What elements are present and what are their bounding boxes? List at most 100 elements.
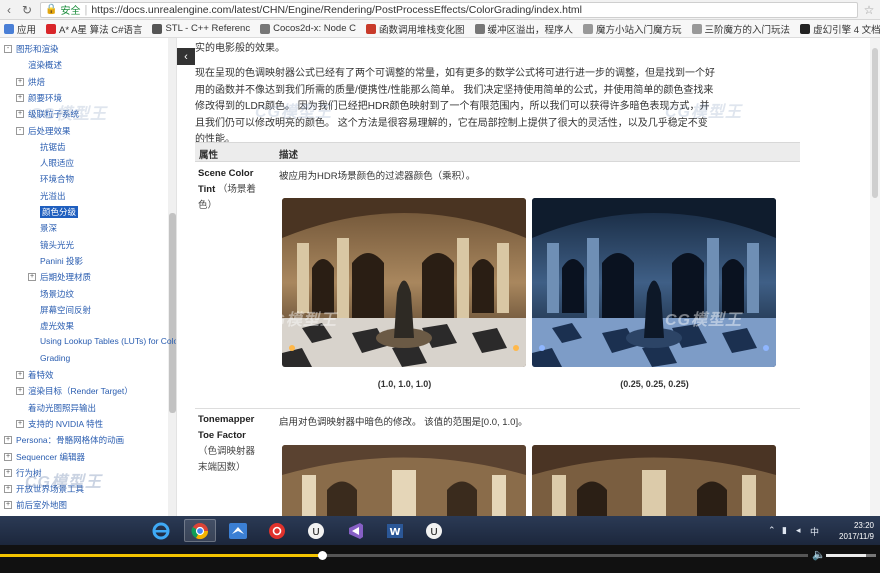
sidebar-item-label: 颜要环境 xyxy=(28,92,63,103)
sidebar-item[interactable]: 镜头光光 xyxy=(28,239,74,251)
bookmark-label: 缓冲区溢出，程序人 xyxy=(487,24,574,36)
sidebar-item[interactable]: + 烘焙 xyxy=(16,76,45,88)
sidebar-item[interactable]: - 后处理效果 xyxy=(16,125,71,137)
sidebar-item[interactable]: + 后期处理材质 xyxy=(28,271,91,283)
page-scroll-thumb[interactable] xyxy=(872,48,878,198)
svg-text:W: W xyxy=(389,527,400,538)
bird-app-icon[interactable] xyxy=(222,519,254,542)
sidebar-item[interactable]: + 着特效 xyxy=(16,369,54,381)
sidebar-scrollbar[interactable] xyxy=(168,38,176,516)
intro-paragraph: 现在呈现的色调映射器公式已经有了两个可调整的常量，如有更多的数学公式将可进行进一… xyxy=(195,68,715,145)
scene-image xyxy=(282,445,526,516)
collapse-toggle-icon[interactable]: - xyxy=(16,126,24,135)
bookmark-item[interactable]: STL - C++ Referenc xyxy=(148,23,256,34)
sidebar-item[interactable]: + Persona：骨骼网格体的动画 xyxy=(4,434,124,446)
expand-toggle-icon[interactable]: + xyxy=(16,419,24,428)
bookmark-label: A* A星 算法 C#语言 xyxy=(59,24,143,36)
expand-toggle-icon[interactable]: + xyxy=(4,501,12,510)
bookmark-item[interactable]: A* A星 算法 C#语言 xyxy=(42,22,148,36)
url-input[interactable]: 🔒 安全 | https://docs.unrealengine.com/lat… xyxy=(40,1,858,18)
bookmark-item[interactable]: 函数调用堆栈变化图 xyxy=(362,22,471,36)
bookmark-label: 函数调用堆栈变化图 xyxy=(379,24,465,36)
sidebar-item[interactable]: 景深 xyxy=(28,222,57,234)
sidebar-item[interactable]: 场景边纹 xyxy=(28,288,74,300)
bookmark-item[interactable]: 魔方小站入门魔方玩 xyxy=(579,22,688,36)
sidebar-item[interactable]: Grading xyxy=(28,353,70,363)
network-icon[interactable]: ▮ xyxy=(782,525,787,536)
bookmark-label: 魔方小站入门魔方玩 xyxy=(596,24,682,36)
player-volume-icon[interactable]: 🔈 xyxy=(812,548,826,561)
expand-toggle-icon[interactable]: + xyxy=(28,273,36,282)
bookmark-item[interactable]: 应用 xyxy=(0,22,42,36)
sidebar-item[interactable]: 人眼适应 xyxy=(28,157,74,169)
bookmark-label: Cocos2d-x: Node C xyxy=(273,23,356,34)
tray-up-icon[interactable]: ⌃ xyxy=(768,525,776,536)
bookmark-item[interactable]: 缓冲区溢出，程序人 xyxy=(471,22,580,36)
sidebar-item[interactable]: + 行为树 xyxy=(4,467,42,479)
expand-toggle-icon[interactable]: + xyxy=(16,371,24,379)
sidebar-item[interactable]: + 颜要环境 xyxy=(16,92,62,104)
sidebar-item-label: 后处理效果 xyxy=(28,125,71,136)
sidebar-item[interactable]: 抗锯齿 xyxy=(28,141,66,153)
bookmark-item[interactable]: 虚幻引擎 4 文档 | Un xyxy=(796,22,880,36)
expand-toggle-icon[interactable]: + xyxy=(4,436,12,445)
property-name: Tonemapper Toe Factor （色调映射器末端因数） xyxy=(198,412,262,476)
sidebar-item[interactable]: Panini 投影 xyxy=(28,255,83,267)
address-bar: ‹ ↻ 🔒 安全 | https://docs.unrealengine.com… xyxy=(0,0,880,20)
sidebar-item[interactable]: 屏幕空间反射 xyxy=(28,304,91,316)
expand-toggle-icon[interactable]: + xyxy=(16,77,24,86)
unreal-engine-icon[interactable]: U xyxy=(300,519,332,542)
sidebar-item[interactable]: + 前后室外地图 xyxy=(4,499,67,511)
sidebar-item[interactable]: 颜色分级 xyxy=(28,206,79,218)
unreal-engine-icon[interactable]: U xyxy=(418,519,450,542)
bookmark-item[interactable]: 三阶魔方的入门玩法 xyxy=(688,22,797,36)
scene-render-toe-b xyxy=(532,445,776,516)
bookmark-favicon-icon xyxy=(260,23,271,34)
sidebar-item-label: 人眼适应 xyxy=(40,158,75,169)
sidebar-item[interactable]: 虚光效果 xyxy=(28,320,74,332)
page-scrollbar[interactable] xyxy=(870,38,880,516)
ie-icon[interactable] xyxy=(145,519,177,542)
sidebar-item[interactable]: + 开放世界场景工具 xyxy=(4,483,84,495)
bookmark-star-icon[interactable]: ☆ xyxy=(858,3,880,17)
clock[interactable]: 23:20 2017/11/9 xyxy=(839,520,874,542)
main-content: 实的电影般的效果。 现在呈现的色调映射器公式已经有了两个可调整的常量，如有更多的… xyxy=(195,38,870,516)
sidebar-item[interactable]: 渲染概述 xyxy=(16,59,62,71)
expand-toggle-icon[interactable]: + xyxy=(4,452,12,461)
sidebar-item-label: 屏幕空间反射 xyxy=(40,304,92,315)
sidebar-scroll-thumb[interactable] xyxy=(169,213,176,413)
bookmarks-bar: 应用 A* A星 算法 C#语言 STL - C++ Referenc Cocos2d… xyxy=(0,20,880,38)
expand-toggle-icon[interactable]: + xyxy=(4,468,12,477)
sidebar-item-label: 支持的 NVIDIA 特性 xyxy=(28,418,104,429)
sidebar-item[interactable]: Using Lookup Tables (LUTs) for Color xyxy=(28,336,176,346)
chrome-icon[interactable] xyxy=(184,519,216,542)
sidebar-item[interactable]: + 支持的 NVIDIA 特性 xyxy=(16,418,103,430)
collapse-toggle-icon[interactable]: - xyxy=(4,45,12,53)
sidebar-item[interactable]: + 渲染目标（Render Target） xyxy=(16,385,133,397)
sidebar-item-label: 前后室外地图 xyxy=(16,500,68,511)
collapse-sidebar-button[interactable]: ‹ xyxy=(177,48,195,65)
sidebar-item-label: 虚光效果 xyxy=(40,321,75,332)
ime-icon[interactable]: 中 xyxy=(810,525,819,538)
netease-music-icon[interactable] xyxy=(261,519,293,542)
volume-icon[interactable]: ◂ xyxy=(796,525,801,536)
sidebar-item[interactable]: - 图形和渲染 xyxy=(4,43,59,55)
expand-toggle-icon[interactable]: + xyxy=(16,93,24,102)
word-icon[interactable]: W xyxy=(379,519,411,542)
col-property: 属性 xyxy=(199,150,219,161)
sidebar-item[interactable]: + 级联粒子系统 xyxy=(16,108,79,120)
sidebar-item[interactable]: + Sequencer 编辑器 xyxy=(4,451,85,463)
seek-handle[interactable] xyxy=(317,551,327,560)
bookmark-item[interactable]: Cocos2d-x: Node C xyxy=(256,23,362,34)
bookmark-favicon-icon xyxy=(474,23,485,34)
expand-toggle-icon[interactable]: + xyxy=(4,485,12,494)
expand-toggle-icon[interactable]: + xyxy=(16,387,24,396)
back-icon[interactable]: ‹ xyxy=(0,1,18,19)
sidebar-item[interactable]: 环境合物 xyxy=(28,173,74,185)
visual-studio-icon[interactable] xyxy=(340,519,372,542)
reload-icon[interactable]: ↻ xyxy=(18,1,36,19)
sidebar-item[interactable]: 光溢出 xyxy=(28,190,66,202)
sidebar-item-label: 场景边纹 xyxy=(40,288,75,299)
expand-toggle-icon[interactable]: + xyxy=(16,110,24,119)
sidebar-item[interactable]: 着动光图照异输出 xyxy=(16,402,96,414)
